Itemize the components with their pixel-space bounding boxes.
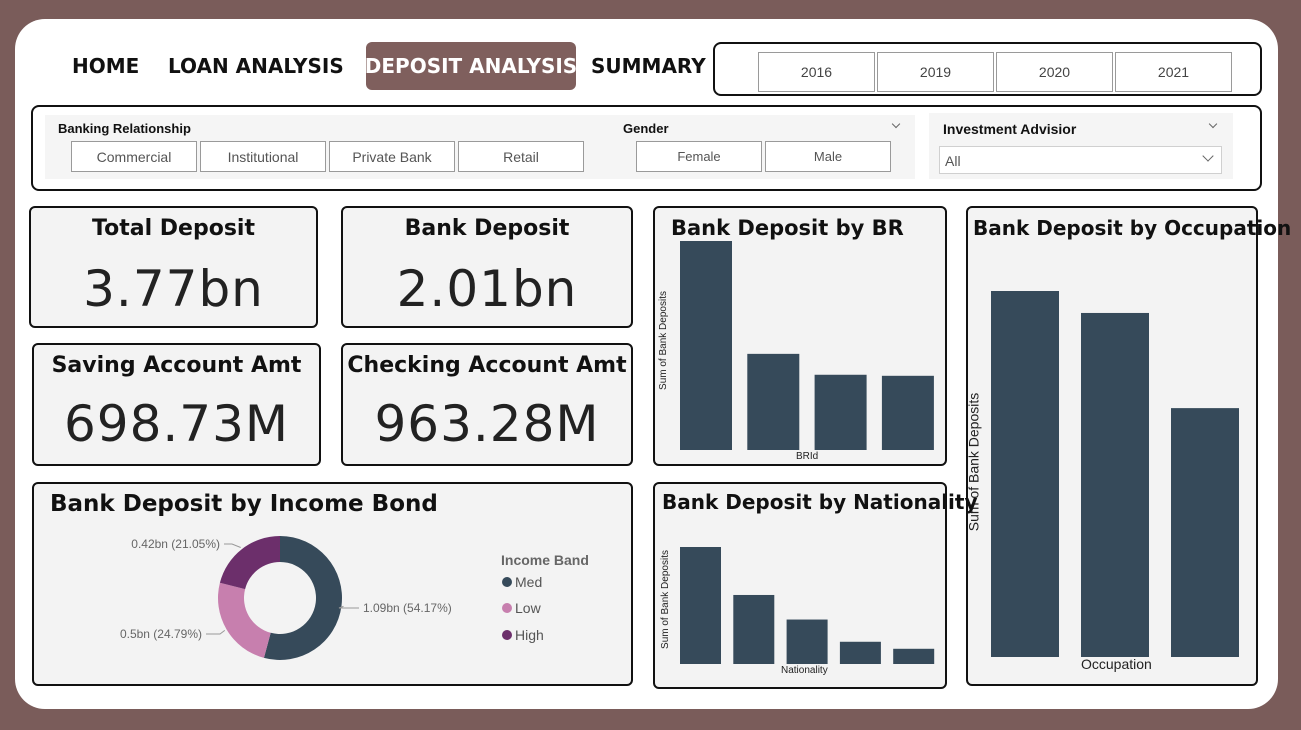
- bar-2[interactable]: [814, 374, 867, 450]
- kpi-title: Bank Deposit: [404, 216, 570, 241]
- nav-loan-analysis[interactable]: LOAN ANALYSIS: [168, 54, 344, 78]
- bar-3[interactable]: [839, 641, 881, 664]
- occupation-bar-chart: [991, 291, 1239, 657]
- donut-leader-line: [338, 605, 359, 609]
- legend-label: Low: [515, 600, 541, 616]
- income-band-donut-chart: 1.09bn (54.17%) 0.5bn (24.79%) 0.42bn (21.…: [120, 536, 452, 660]
- kpi-value: 2.01bn: [396, 260, 578, 318]
- gender-option-male[interactable]: Male: [765, 141, 891, 172]
- bar-0[interactable]: [680, 241, 732, 450]
- kpi-card-saving-account: Saving Account Amt 698.73M: [32, 343, 321, 466]
- br-bar-chart: [680, 241, 934, 450]
- kpi-value: 698.73M: [63, 395, 290, 453]
- donut-data-label: 0.5bn (24.79%): [120, 627, 202, 641]
- bar-2[interactable]: [1171, 408, 1239, 657]
- bar-3[interactable]: [881, 375, 934, 450]
- nav-deposit-analysis[interactable]: DEPOSIT ANALYSIS: [365, 42, 577, 90]
- investment-advisor-label: Investment Advisior: [943, 121, 1077, 137]
- kpi-value: 3.77bn: [83, 260, 264, 318]
- legend-label: Med: [515, 574, 543, 590]
- br-option-institutional[interactable]: Institutional: [200, 141, 326, 172]
- legend-title: Income Band: [501, 552, 589, 568]
- year-button-2021[interactable]: 2021: [1115, 52, 1232, 92]
- kpi-title: Saving Account Amt: [51, 353, 302, 378]
- banking-relationship-label: Banking Relationship: [58, 121, 191, 136]
- kpi-title: Total Deposit: [92, 216, 255, 241]
- kpi-value: 963.28M: [374, 395, 600, 453]
- chart-card-occupation: Bank Deposit by Occupation Sum of Bank D…: [965, 206, 1291, 686]
- nationality-bar-chart: [680, 547, 935, 664]
- year-button-2019[interactable]: 2019: [877, 52, 994, 92]
- legend-item-med[interactable]: Med: [502, 574, 542, 590]
- year-button-2016[interactable]: 2016: [758, 52, 875, 92]
- br-option-commercial[interactable]: Commercial: [71, 141, 197, 172]
- legend-item-high[interactable]: High: [502, 627, 544, 643]
- year-button-2020[interactable]: 2020: [996, 52, 1113, 92]
- nav-summary[interactable]: SUMMARY: [591, 54, 706, 78]
- bar-1[interactable]: [747, 353, 800, 450]
- kpi-card-bank-deposit: Bank Deposit 2.01bn: [341, 206, 633, 328]
- investment-advisor-value: All: [945, 153, 961, 169]
- donut-leader-line: [224, 543, 241, 548]
- bar-1[interactable]: [1081, 312, 1149, 657]
- donut-slice-low[interactable]: [218, 582, 271, 658]
- kpi-card-total-deposit: Total Deposit 3.77bn: [29, 206, 318, 328]
- donut-data-label: 1.09bn (54.17%): [363, 601, 452, 615]
- kpi-title: Checking Account Amt: [347, 353, 627, 378]
- legend-item-low[interactable]: Low: [502, 600, 541, 616]
- gender-label: Gender: [623, 121, 669, 136]
- investment-advisor-dropdown[interactable]: [939, 146, 1222, 174]
- gender-option-female[interactable]: Female: [636, 141, 762, 172]
- bar-4[interactable]: [893, 648, 935, 664]
- bar-2[interactable]: [786, 619, 828, 664]
- chart-card-income-band: Bank Deposit by Income Bond 1.09bn (54.1…: [32, 482, 633, 686]
- bar-0[interactable]: [680, 547, 721, 664]
- legend-label: High: [515, 627, 544, 643]
- legend-dot-low: [502, 603, 512, 613]
- nav-home[interactable]: HOME: [72, 54, 139, 78]
- donut-data-label: 0.42bn (21.05%): [131, 537, 220, 551]
- chart-card-br: Bank Deposit by BR Sum of Bank Deposits …: [653, 206, 947, 466]
- chart-card-nationality: Bank Deposit by Nationality Sum of Bank …: [653, 482, 978, 689]
- donut-leader-line: [206, 629, 226, 635]
- legend-dot-med: [502, 577, 512, 587]
- kpi-card-checking-account: Checking Account Amt 963.28M: [341, 343, 633, 466]
- br-option-retail[interactable]: Retail: [458, 141, 584, 172]
- legend-dot-high: [502, 630, 512, 640]
- bar-1[interactable]: [733, 594, 775, 664]
- bar-0[interactable]: [991, 291, 1059, 657]
- br-option-private-bank[interactable]: Private Bank: [329, 141, 455, 172]
